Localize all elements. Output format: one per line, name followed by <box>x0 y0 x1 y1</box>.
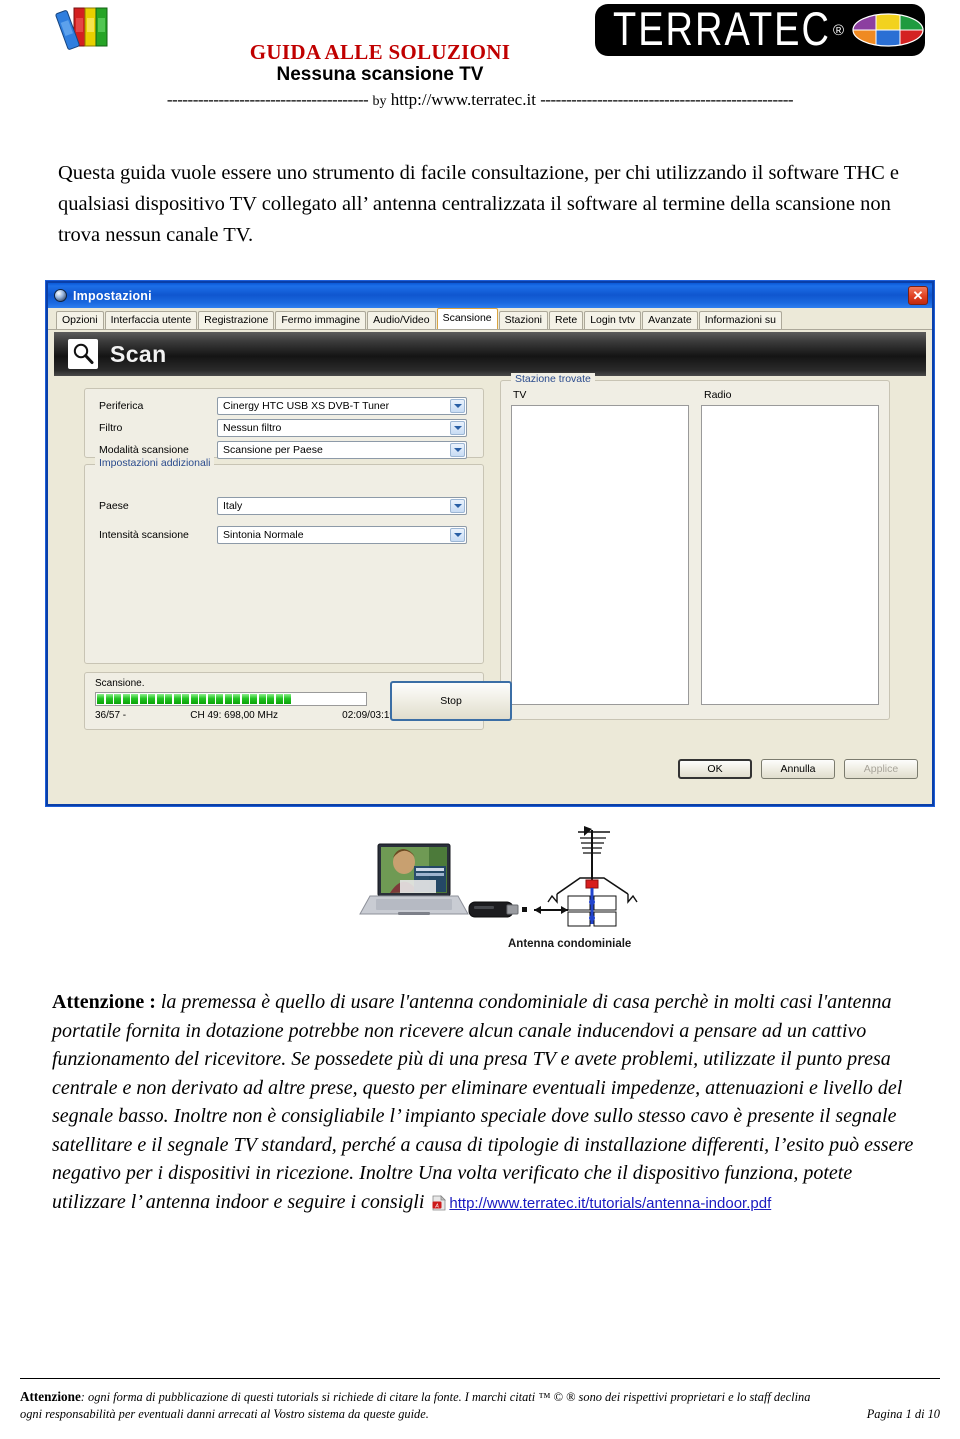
combo-paese-value: Italy <box>223 500 243 512</box>
footer-disclaimer-1: : ogni forma di pubblicazione di questi … <box>80 1390 811 1404</box>
close-icon[interactable]: ✕ <box>908 286 928 305</box>
apply-button: Applice <box>844 759 918 779</box>
radio-stations-listbox[interactable] <box>701 405 879 705</box>
page-number: Pagina 1 di 10 <box>866 1406 940 1421</box>
byline-url: http://www.terratec.it <box>390 90 536 109</box>
combo-intensita-value: Sintonia Normale <box>223 529 304 541</box>
document-footer: Attenzione: ogni forma di pubblicazione … <box>20 1389 940 1422</box>
svg-text:A: A <box>435 1203 440 1209</box>
footer-divider <box>20 1378 940 1379</box>
tab-fermo-immagine[interactable]: Fermo immagine <box>275 311 367 329</box>
combo-modalita-value: Scansione per Paese <box>223 444 323 456</box>
tab-registrazione[interactable]: Registrazione <box>198 311 275 329</box>
scan-channel-count: 36/57 - <box>95 710 127 721</box>
intro-paragraph: Questa guida vuole essere uno strumento … <box>58 162 900 246</box>
byline-dashes-left: --------------------------------------- <box>166 90 369 109</box>
footer-line-1: Attenzione: ogni forma di pubblicazione … <box>20 1389 940 1406</box>
chevron-down-icon[interactable] <box>450 399 465 413</box>
tab-scansione[interactable]: Scansione <box>436 308 498 329</box>
tv-list-label: TV <box>513 389 527 401</box>
chevron-down-icon[interactable] <box>450 421 465 435</box>
document-header: TERRATEC ® GUIDA ALLE SOLUZIONI Nessuna … <box>0 0 960 128</box>
scan-banner-label: Scan <box>110 340 167 367</box>
field-paese: Paese Italy <box>99 497 467 515</box>
tab-audio-video[interactable]: Audio/Video <box>367 311 436 329</box>
stations-found-legend: Stazione trovate <box>511 373 595 385</box>
scan-current-frequency: CH 49: 698,00 MHz <box>190 710 279 721</box>
tv-stations-listbox[interactable] <box>511 405 689 705</box>
byline-by: by <box>372 94 387 109</box>
guide-title: GUIDA ALLE SOLUZIONI <box>249 40 511 64</box>
byline-dashes-right: ----------------------------------------… <box>540 90 794 109</box>
registered-mark: ® <box>832 21 845 39</box>
scan-elapsed-time: 02:09/03:19 <box>342 710 395 721</box>
tab-rete[interactable]: Rete <box>549 311 584 329</box>
field-intensita-scansione: Intensità scansione Sintonia Normale <box>99 526 467 544</box>
scan-progress-bar <box>95 692 367 706</box>
combo-periferica[interactable]: Cinergy HTC USB XS DVB-T Tuner <box>217 397 467 415</box>
tab-opzioni[interactable]: Opzioni <box>56 311 104 329</box>
scan-progress-stats: 36/57 - CH 49: 698,00 MHz 02:09/03:19 <box>95 710 395 721</box>
label-modalita-scansione: Modalità scansione <box>99 444 189 456</box>
byline: --------------------------------------- … <box>0 90 960 110</box>
attenzione-body: la premessa è quello di usare l'antenna … <box>52 991 914 1213</box>
illustration-caption: Antenna condominiale <box>508 938 632 950</box>
tab-informazioni-su[interactable]: Informazioni su <box>698 311 782 329</box>
app-icon <box>54 289 67 302</box>
device-settings-panel: Periferica Cinergy HTC USB XS DVB-T Tune… <box>84 388 484 459</box>
connection-arrow <box>522 906 568 914</box>
attenzione-paragraph: Attenzione : la premessa è quello di usa… <box>52 988 922 1218</box>
cancel-button[interactable]: Annulla <box>761 759 835 779</box>
combo-paese[interactable]: Italy <box>217 497 467 515</box>
radio-list-label: Radio <box>704 389 732 401</box>
document-subtitle: Nessuna scansione TV <box>276 64 484 85</box>
label-intensita-scansione: Intensità scansione <box>99 529 189 541</box>
combo-filtro[interactable]: Nessun filtro <box>217 419 467 437</box>
pdf-icon: A <box>432 1194 447 1210</box>
tab-stazioni[interactable]: Stazioni <box>498 311 548 329</box>
dialog-body: Periferica Cinergy HTC USB XS DVB-T Tune… <box>48 373 932 789</box>
field-filtro: Filtro Nessun filtro <box>99 419 467 437</box>
label-periferica: Periferica <box>99 400 144 412</box>
antenna-indoor-pdf-link[interactable]: http://www.terratec.it/tutorials/antenna… <box>449 1195 771 1212</box>
footer-line-2: ogni responsabilità per eventuali danni … <box>20 1406 940 1423</box>
combo-filtro-value: Nessun filtro <box>223 422 282 434</box>
dialog-footer-buttons: OK Annulla Applice <box>678 759 918 779</box>
ok-button[interactable]: OK <box>678 759 752 779</box>
dialog-titlebar: Impostazioni ✕ <box>48 283 932 308</box>
chevron-down-icon[interactable] <box>450 499 465 513</box>
globe-icon <box>852 13 924 47</box>
additional-settings-panel: Impostazioni addizionali Paese Italy Int… <box>84 457 484 664</box>
stations-found-panel: Stazione trovate TV Radio <box>500 373 890 720</box>
tab-strip[interactable]: Opzioni Interfaccia utente Registrazione… <box>48 308 932 330</box>
scan-progress-panel: Scansione. 36/57 - CH 49: 698,00 MHz 02:… <box>84 672 512 730</box>
scan-progress-caption: Scansione. <box>95 678 145 689</box>
attenzione-lead: Attenzione : <box>52 991 156 1013</box>
tab-interfaccia-utente[interactable]: Interfaccia utente <box>104 311 198 329</box>
scan-banner: Scan <box>54 332 926 376</box>
document-page: TERRATEC ® GUIDA ALLE SOLUZIONI Nessuna … <box>0 0 960 1439</box>
tab-avanzate[interactable]: Avanzate <box>642 311 698 329</box>
combo-periferica-value: Cinergy HTC USB XS DVB-T Tuner <box>223 400 390 412</box>
field-periferica: Periferica Cinergy HTC USB XS DVB-T Tune… <box>99 397 467 415</box>
dialog-title: Impostazioni <box>73 288 152 303</box>
footer-disclaimer-2: ogni responsabilità per eventuali danni … <box>20 1406 429 1421</box>
laptop-graphic <box>359 843 469 915</box>
tab-login-tvtv[interactable]: Login tvtv <box>584 311 642 329</box>
magnifier-icon <box>68 339 98 369</box>
label-paese: Paese <box>99 500 129 512</box>
usb-tuner-graphic <box>468 901 519 918</box>
combo-intensita-scansione[interactable]: Sintonia Normale <box>217 526 467 544</box>
chevron-down-icon[interactable] <box>450 443 465 457</box>
combo-modalita-scansione[interactable]: Scansione per Paese <box>217 441 467 459</box>
label-filtro: Filtro <box>99 422 123 434</box>
footer-lead: Attenzione <box>20 1389 81 1404</box>
settings-dialog-screenshot: Impostazioni ✕ Opzioni Interfaccia utent… <box>46 281 934 806</box>
additional-settings-legend: Impostazioni addizionali <box>95 457 215 469</box>
chevron-down-icon[interactable] <box>450 528 465 542</box>
stop-button[interactable]: Stop <box>390 681 512 721</box>
